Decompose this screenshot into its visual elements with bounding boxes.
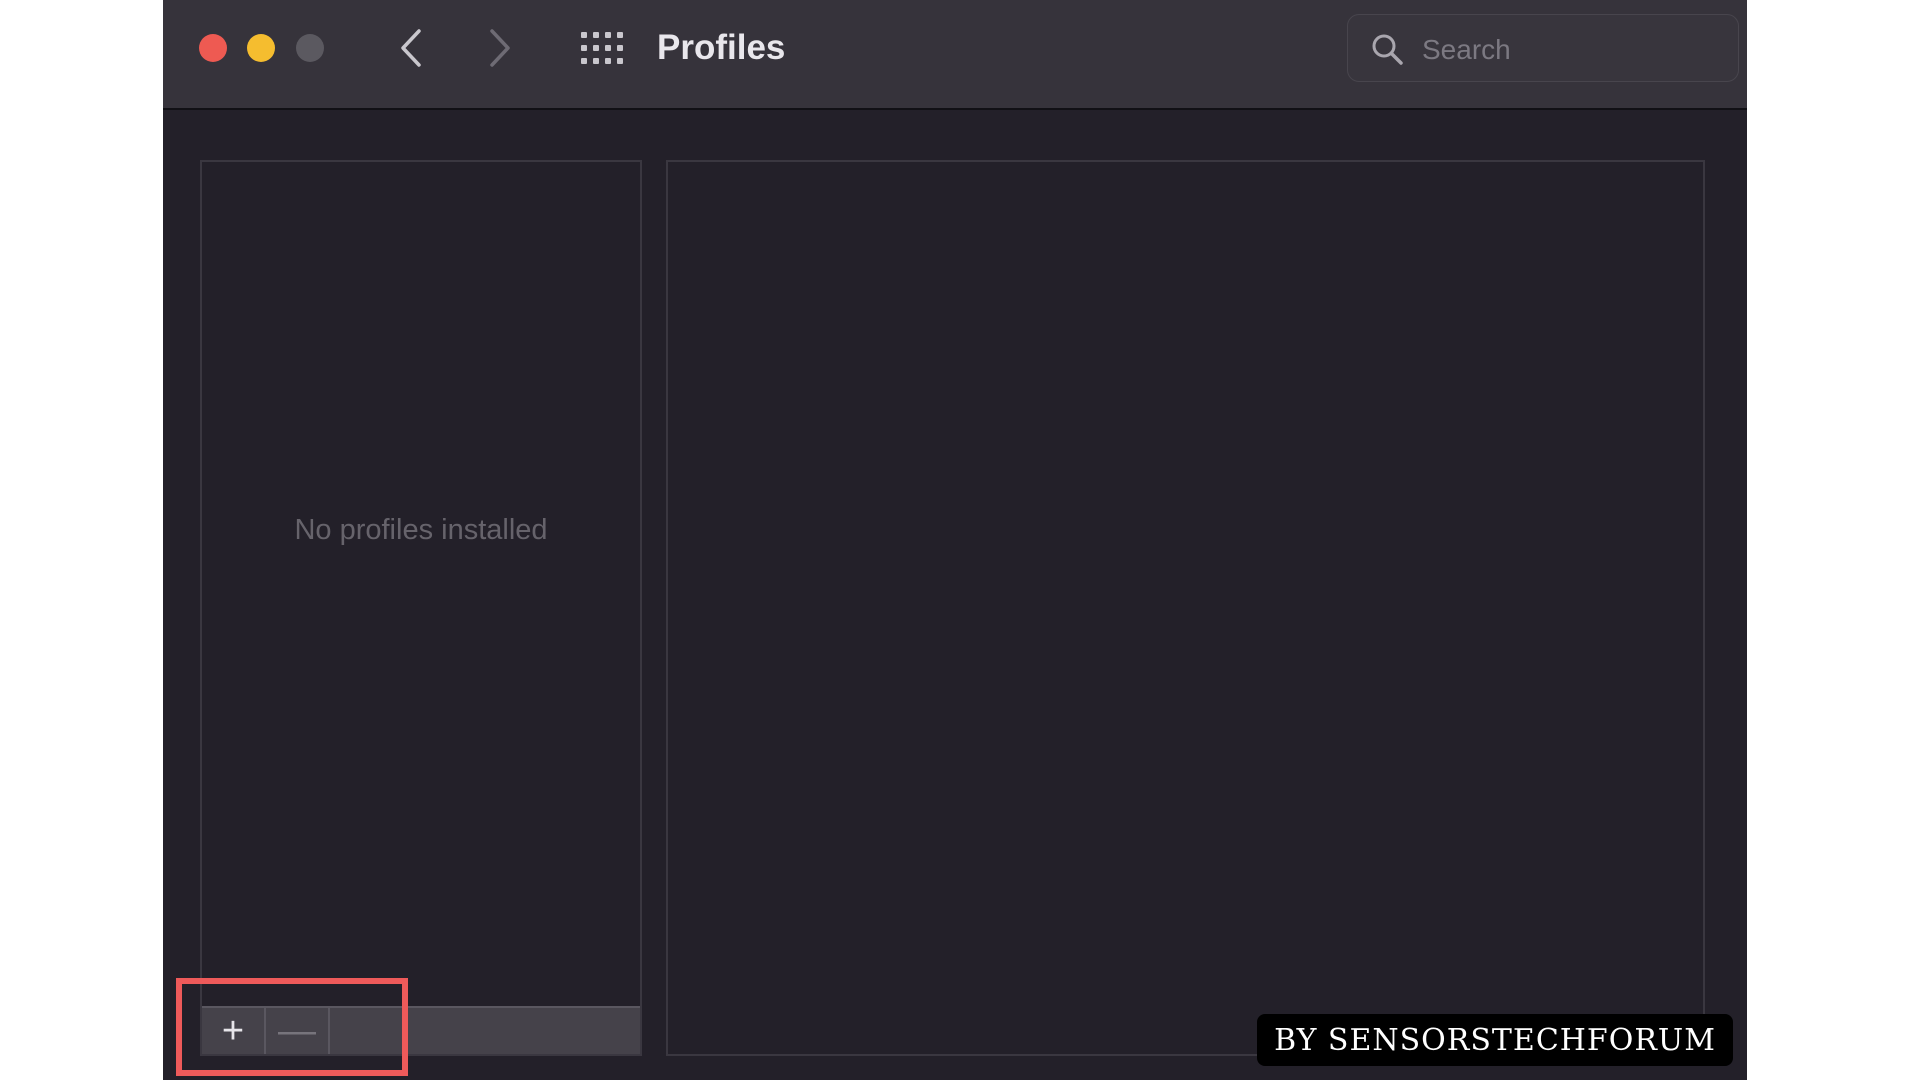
search-input[interactable] [1420,27,1724,73]
close-window-button[interactable] [199,34,227,62]
empty-list-message: No profiles installed [294,514,548,546]
forward-button[interactable] [478,26,522,70]
title-bar: Profiles [163,0,1747,110]
watermark: BY SENSORSTECHFORUM [1257,1014,1733,1066]
profiles-list: No profiles installed + — [200,160,642,1056]
chevron-right-icon [490,29,510,67]
chevron-left-icon [401,29,421,67]
list-toolbar: + — [202,1006,640,1054]
window-title: Profiles [657,28,786,67]
search-field[interactable] [1347,14,1739,82]
search-icon [1372,34,1403,65]
add-profile-button[interactable]: + [202,1008,266,1054]
zoom-window-button[interactable] [296,34,324,62]
back-button[interactable] [389,26,433,70]
grid-icon [581,32,623,64]
minimize-window-button[interactable] [247,34,275,62]
profile-detail-pane [666,160,1705,1056]
remove-profile-button[interactable]: — [266,1008,330,1054]
show-all-button[interactable] [578,26,628,70]
preferences-window: Profiles No profiles installed + — [163,0,1747,1080]
